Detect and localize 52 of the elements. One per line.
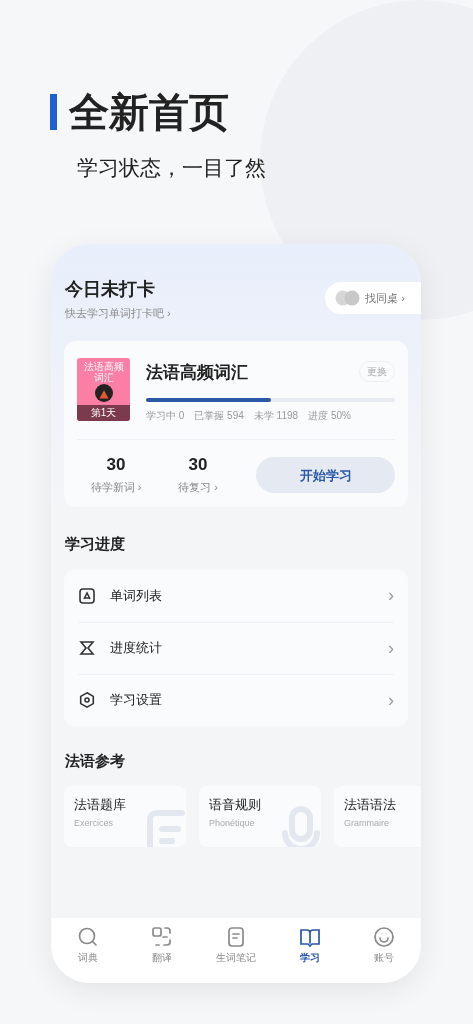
reference-card[interactable]: 法语语法 Grammaire (334, 786, 421, 847)
chevron-icon: › (388, 634, 394, 662)
reference-title: 语音规则 (209, 796, 262, 814)
reference-title: 法语语法 (344, 796, 397, 814)
progress-stat: 已掌握 594 (194, 408, 244, 423)
translate-icon (151, 925, 173, 948)
chevron-icon: › (388, 582, 394, 609)
reference-card[interactable]: 法语题库 Exercices (64, 786, 186, 847)
menu-item[interactable]: 单词列表 › (78, 569, 394, 622)
settings-icon (78, 691, 96, 709)
progress-stat: 进度 50% (308, 408, 351, 423)
tab-item[interactable]: 翻译 (125, 925, 199, 965)
count-label[interactable]: 待学新词 › (90, 478, 142, 495)
hero-title: 全新首页 (69, 92, 229, 132)
chevron-icon: › (388, 686, 394, 714)
count-value: 30 (106, 455, 126, 473)
book-name: 法语高频词汇 (146, 362, 248, 384)
checkin-title: 今日未打卡 (65, 277, 156, 301)
progress-stat: 学习中 0 (146, 408, 185, 423)
cover-title: 法语高频词汇 (82, 361, 125, 383)
reference-title: 法语题库 (74, 796, 127, 814)
checkin-hint[interactable]: 快去学习单词打卡吧 › (65, 304, 171, 321)
tab-item[interactable]: 账号 (347, 925, 421, 965)
letter-a-icon (78, 586, 96, 605)
menu-item[interactable]: 进度统计 › (78, 621, 394, 674)
menu-label: 学习设置 (110, 691, 162, 710)
count-value: 30 (188, 455, 208, 473)
section-title: 学习进度 (64, 534, 126, 554)
note-icon (225, 925, 247, 948)
reference-subtitle: Exercices (74, 816, 114, 830)
people-icon (335, 290, 362, 307)
tab-item[interactable]: 词典 (51, 925, 125, 965)
progress-stat: 未学 1198 (253, 408, 299, 423)
search-icon (77, 925, 99, 948)
reference-subtitle: Phonétique (209, 816, 256, 830)
count-label[interactable]: 待复习 › (178, 478, 218, 495)
tab-item[interactable]: 学习 (273, 925, 347, 965)
menu-item[interactable]: 学习设置 › (78, 673, 394, 726)
reference-card[interactable]: 语音规则 Phonétique (199, 786, 321, 847)
mountain-icon (94, 384, 113, 402)
smile-icon (373, 925, 395, 948)
accent-bar (50, 94, 57, 130)
hourglass-icon (78, 639, 96, 657)
find-partner-button[interactable]: 找同桌 › (325, 282, 421, 315)
section-title: 法语参考 (64, 750, 126, 771)
tab-item[interactable]: 生词笔记 (199, 925, 273, 965)
menu-label: 进度统计 (110, 639, 162, 658)
reference-subtitle: Grammaire (344, 816, 390, 830)
start-study-button[interactable]: 开始学习 (256, 457, 395, 494)
hero-subtitle: 学习状态，一目了然 (76, 155, 267, 181)
menu-label: 单词列表 (110, 586, 162, 605)
cover-day-label: 第1天 (77, 405, 130, 421)
